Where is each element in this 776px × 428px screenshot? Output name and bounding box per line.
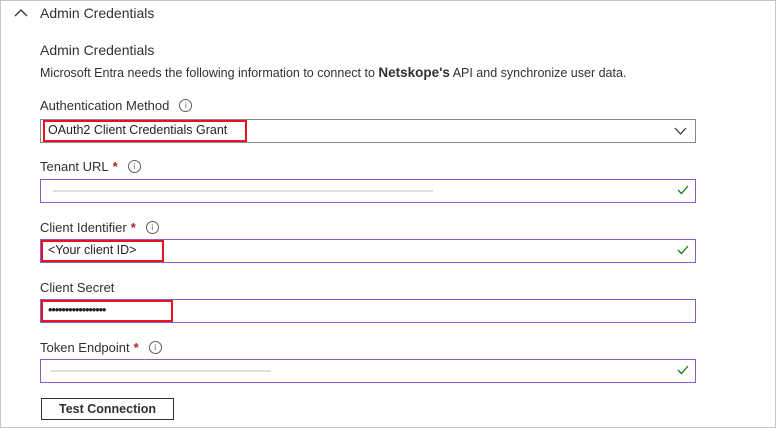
client-secret-label-text: Client Secret bbox=[40, 280, 115, 295]
token-endpoint-input[interactable] bbox=[40, 359, 696, 383]
required-marker: * bbox=[130, 220, 136, 235]
required-marker: * bbox=[133, 340, 139, 355]
chevron-up-icon[interactable] bbox=[14, 8, 28, 18]
token-endpoint-label: Token Endpoint * i bbox=[40, 340, 162, 355]
section-title: Admin Credentials bbox=[40, 5, 155, 21]
client-id-label-text: Client Identifier bbox=[40, 220, 127, 235]
tenant-url-label-text: Tenant URL bbox=[40, 159, 109, 174]
checkmark-icon bbox=[677, 365, 689, 375]
auth-method-label: Authentication Method i bbox=[40, 98, 193, 113]
tenant-url-input[interactable] bbox=[40, 179, 696, 203]
token-endpoint-label-text: Token Endpoint bbox=[40, 340, 130, 355]
highlight-box bbox=[43, 120, 247, 142]
highlight-box bbox=[41, 300, 173, 322]
redacted-value bbox=[51, 370, 271, 372]
description: Microsoft Entra needs the following info… bbox=[40, 65, 626, 80]
required-marker: * bbox=[112, 159, 118, 174]
checkmark-icon bbox=[677, 245, 689, 255]
info-icon[interactable]: i bbox=[179, 99, 193, 112]
client-secret-label: Client Secret bbox=[40, 280, 114, 295]
info-icon[interactable]: i bbox=[127, 160, 141, 173]
redacted-value bbox=[53, 190, 433, 192]
product-name: Netskope's bbox=[378, 65, 450, 80]
section-header[interactable]: Admin Credentials bbox=[0, 0, 774, 30]
test-connection-button[interactable]: Test Connection bbox=[41, 398, 174, 420]
chevron-down-icon[interactable] bbox=[674, 127, 687, 135]
highlight-box bbox=[41, 240, 164, 262]
checkmark-icon bbox=[677, 185, 689, 195]
description-suffix: API and synchronize user data. bbox=[452, 66, 627, 80]
description-prefix: Microsoft Entra needs the following info… bbox=[40, 66, 375, 80]
subheading: Admin Credentials bbox=[40, 42, 155, 58]
info-icon[interactable]: i bbox=[148, 341, 162, 354]
tenant-url-label: Tenant URL * i bbox=[40, 159, 141, 174]
client-id-label: Client Identifier * i bbox=[40, 220, 159, 235]
auth-method-label-text: Authentication Method bbox=[40, 98, 170, 113]
info-icon[interactable]: i bbox=[145, 221, 159, 234]
